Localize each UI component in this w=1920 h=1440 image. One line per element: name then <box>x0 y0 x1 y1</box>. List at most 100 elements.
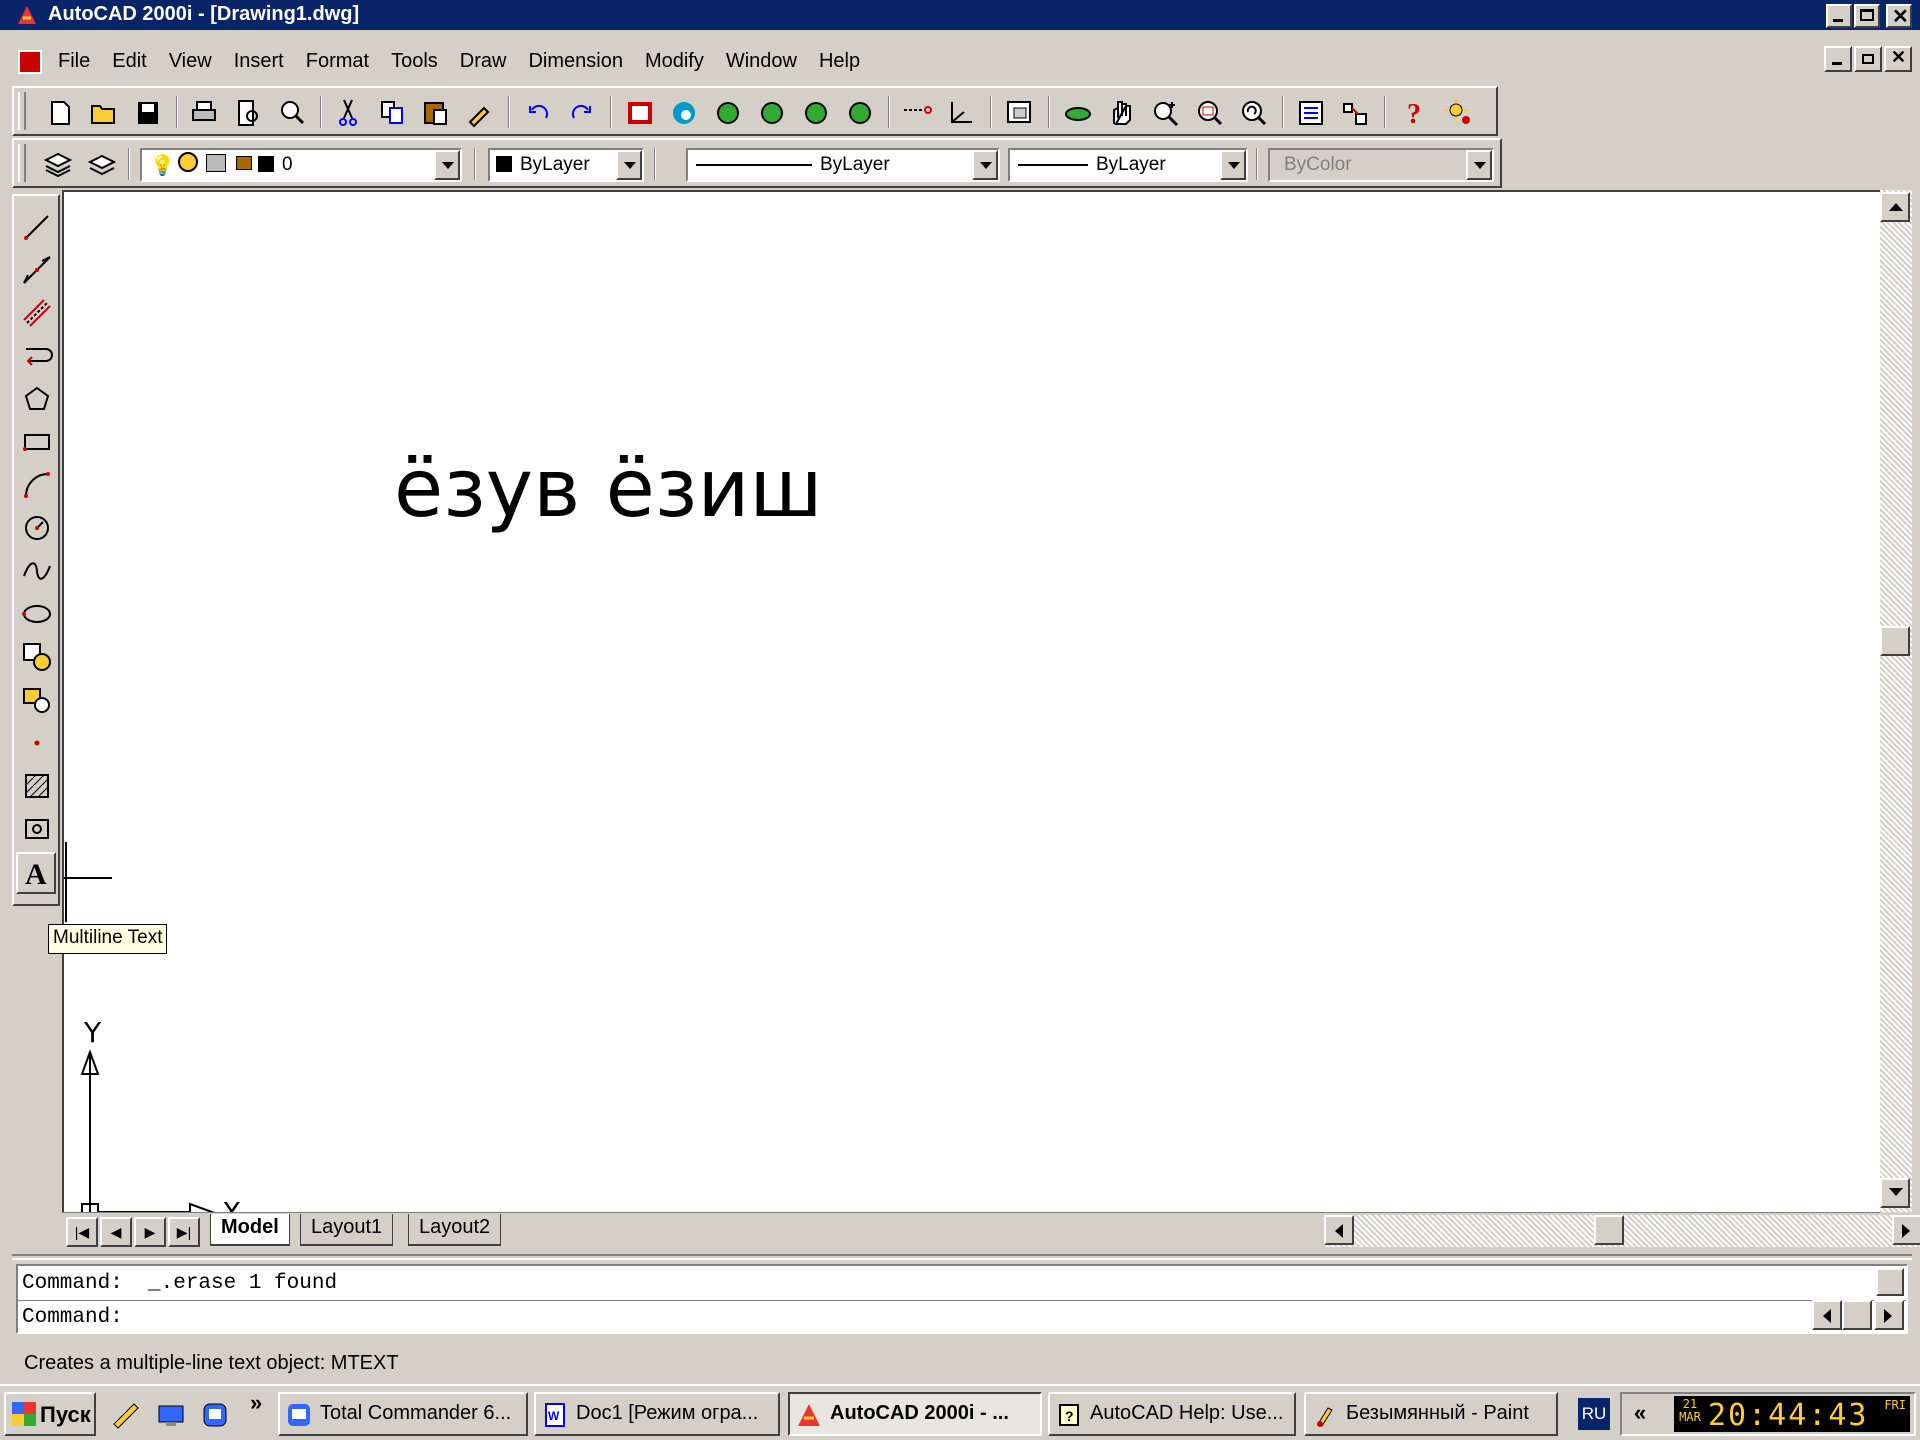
make-object-layer-current-button[interactable] <box>84 148 120 182</box>
start-button[interactable]: Пуск <box>4 1392 96 1436</box>
minimize-button[interactable] <box>1826 4 1852 28</box>
polygon-button[interactable] <box>18 380 56 418</box>
layers-button[interactable] <box>40 148 76 182</box>
zoom-window-button[interactable] <box>1192 96 1228 130</box>
command-hscroll-thumb[interactable] <box>1842 1300 1872 1330</box>
close-button[interactable]: ✕ <box>1886 4 1912 28</box>
design-center-button[interactable] <box>622 96 658 130</box>
command-prompt[interactable]: Command: <box>22 1306 123 1329</box>
doc-restore-button[interactable] <box>1854 46 1882 72</box>
task-total-commander[interactable]: Total Commander 6... <box>278 1392 528 1436</box>
clock[interactable]: 21 MAR 20:44:43 FRI <box>1674 1396 1910 1433</box>
title-bar[interactable]: AutoCAD 2000i - [Drawing1.dwg] ✕ <box>0 0 1920 30</box>
redo-button[interactable] <box>564 96 600 130</box>
cut-button[interactable] <box>330 96 366 130</box>
menu-help[interactable]: Help <box>819 50 872 73</box>
prev-tab-button[interactable]: ◀ <box>100 1217 132 1247</box>
rectangle-button[interactable] <box>18 423 56 461</box>
scroll-right-button[interactable] <box>1892 1215 1920 1245</box>
spline-button[interactable] <box>18 552 56 590</box>
hatch-button[interactable] <box>18 767 56 805</box>
language-indicator[interactable]: RU <box>1578 1398 1610 1430</box>
multiline-text-button[interactable]: A <box>16 852 56 894</box>
menu-draw[interactable]: Draw <box>460 50 519 73</box>
quicklaunch-app-icon[interactable] <box>200 1400 230 1430</box>
print-preview-button[interactable] <box>230 96 266 130</box>
polyline-button[interactable] <box>18 337 56 375</box>
horizontal-scroll-thumb[interactable] <box>1594 1215 1624 1245</box>
maximize-button[interactable] <box>1854 4 1880 28</box>
point-button[interactable] <box>18 724 56 762</box>
object-snap-button[interactable] <box>900 96 936 130</box>
command-window-splitter[interactable] <box>12 1254 1912 1260</box>
dropdown-arrow-icon[interactable] <box>972 150 998 180</box>
copy-button[interactable] <box>374 96 410 130</box>
vertical-scrollbar[interactable] <box>1880 190 1912 1212</box>
print-button[interactable] <box>186 96 222 130</box>
line-tool-button[interactable] <box>18 208 56 246</box>
menu-modify[interactable]: Modify <box>645 50 716 73</box>
next-tab-button[interactable]: ▶ <box>134 1217 166 1247</box>
scroll-left-button[interactable] <box>1324 1215 1354 1245</box>
task-autocad-help[interactable]: ? AutoCAD Help: Use... <box>1048 1392 1296 1436</box>
multiline-button[interactable] <box>18 294 56 332</box>
drawing-area[interactable]: ёзув ёзиш Y X <box>62 190 1880 1229</box>
paste-button[interactable] <box>418 96 454 130</box>
construction-line-button[interactable] <box>18 251 56 289</box>
save-button[interactable] <box>130 96 166 130</box>
menu-insert[interactable]: Insert <box>234 50 296 73</box>
tab-layout2[interactable]: Layout2 <box>408 1214 502 1246</box>
menu-format[interactable]: Format <box>306 50 381 73</box>
show-desktop-icon[interactable] <box>156 1400 186 1430</box>
design-center-2-button[interactable] <box>1338 96 1374 130</box>
pan-button[interactable] <box>1104 96 1140 130</box>
menu-dimension[interactable]: Dimension <box>528 50 634 73</box>
named-views-button[interactable] <box>1002 96 1038 130</box>
horizontal-scrollbar[interactable] <box>1324 1215 1920 1247</box>
toolbar-grip[interactable] <box>18 92 26 130</box>
open-button[interactable] <box>86 96 122 130</box>
menu-view[interactable]: View <box>169 50 224 73</box>
match-properties-button[interactable] <box>462 96 498 130</box>
menu-window[interactable]: Window <box>726 50 809 73</box>
layer-dropdown[interactable]: 💡 0 <box>140 148 462 182</box>
region-button[interactable] <box>18 810 56 848</box>
undo-button[interactable] <box>520 96 556 130</box>
web-tool-4-button[interactable] <box>842 96 878 130</box>
doc-close-button[interactable]: ✕ <box>1884 46 1912 72</box>
new-button[interactable] <box>42 96 78 130</box>
command-scroll-right-button[interactable] <box>1874 1300 1904 1330</box>
web-tool-2-button[interactable] <box>754 96 790 130</box>
insert-block-button[interactable] <box>18 638 56 676</box>
color-dropdown[interactable]: ByLayer <box>488 148 644 182</box>
lineweight-dropdown[interactable]: ByLayer <box>1008 148 1248 182</box>
dropdown-arrow-icon[interactable] <box>1220 150 1246 180</box>
command-history[interactable]: Command: _.erase 1 found Command: <box>16 1264 1908 1334</box>
autocad-app-icon[interactable] <box>16 4 38 26</box>
ellipse-button[interactable] <box>18 595 56 633</box>
toolbar-grip[interactable] <box>18 144 26 182</box>
vertical-scroll-thumb[interactable] <box>1880 626 1910 656</box>
linetype-dropdown[interactable]: ByLayer <box>686 148 1000 182</box>
web-button[interactable] <box>666 96 702 130</box>
task-word-doc[interactable]: W Doc1 [Режим огра... <box>534 1392 780 1436</box>
drawing-text-object[interactable]: ёзув ёзиш <box>394 442 823 535</box>
web-tool-3-button[interactable] <box>798 96 834 130</box>
scroll-up-button[interactable] <box>1880 192 1910 222</box>
3d-orbit-button[interactable] <box>1060 96 1096 130</box>
make-block-button[interactable] <box>18 681 56 719</box>
web-tool-1-button[interactable] <box>710 96 746 130</box>
zoom-realtime-button[interactable] <box>1148 96 1184 130</box>
menu-edit[interactable]: Edit <box>112 50 158 73</box>
tab-model[interactable]: Model <box>210 1214 290 1246</box>
quicklaunch-overflow-icon[interactable]: » <box>250 1390 262 1416</box>
command-scroll-left-button[interactable] <box>1812 1300 1842 1330</box>
dropdown-arrow-icon[interactable] <box>434 150 460 180</box>
doc-minimize-button[interactable] <box>1824 46 1852 72</box>
spelling-button[interactable] <box>274 96 310 130</box>
first-tab-button[interactable]: |◀ <box>66 1217 98 1247</box>
ucs-button[interactable] <box>944 96 980 130</box>
properties-button[interactable] <box>1294 96 1330 130</box>
document-icon[interactable] <box>18 50 42 74</box>
arc-button[interactable] <box>18 466 56 504</box>
